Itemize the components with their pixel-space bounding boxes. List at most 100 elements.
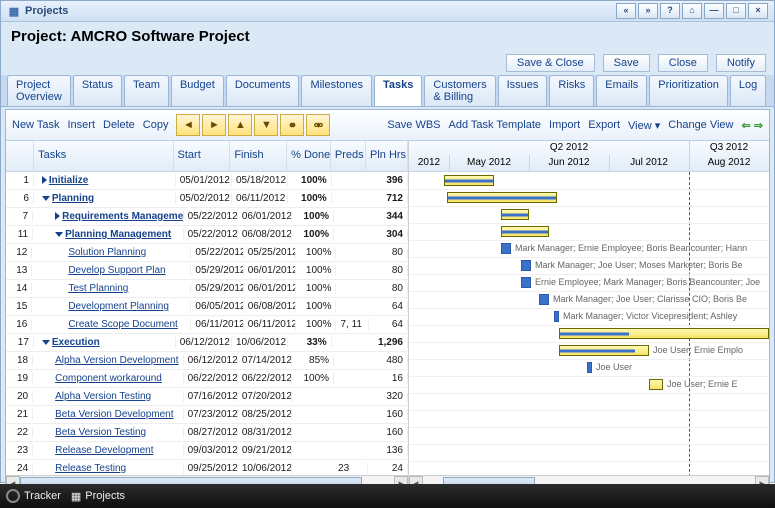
gantt-row[interactable] <box>409 206 769 224</box>
tab-documents[interactable]: Documents <box>226 75 300 106</box>
gantt-row[interactable] <box>409 410 769 428</box>
notify-button[interactable]: Notify <box>716 54 766 72</box>
link-button[interactable]: ⚭ <box>280 114 304 136</box>
collapse-icon[interactable] <box>42 340 50 345</box>
table-row[interactable]: 17Execution06/12/201210/06/201233%1,296 <box>6 334 408 352</box>
expand-icon[interactable] <box>55 212 60 220</box>
table-row[interactable]: 14Test Planning05/29/201206/01/2012100%8… <box>6 280 408 298</box>
window-button-5[interactable]: □ <box>726 3 746 19</box>
gantt-bar[interactable] <box>559 345 649 356</box>
table-row[interactable]: 20Alpha Version Testing07/16/201207/20/2… <box>6 388 408 406</box>
arrow-down-button[interactable]: ▼ <box>254 114 278 136</box>
arrow-left-button[interactable]: ◄ <box>176 114 200 136</box>
table-row[interactable]: 13Develop Support Plan05/29/201206/01/20… <box>6 262 408 280</box>
gantt-bar[interactable] <box>501 226 549 237</box>
import-button[interactable]: Import <box>549 119 580 131</box>
gantt-row[interactable]: Mark Manager; Joe User; Clarisse CIO; Bo… <box>409 291 769 309</box>
tab-status[interactable]: Status <box>73 75 122 106</box>
gantt-row[interactable] <box>409 427 769 445</box>
expand-icon[interactable] <box>42 176 47 184</box>
task-name-link[interactable]: Planning <box>52 193 94 204</box>
col-id[interactable] <box>6 141 34 171</box>
col-finish[interactable]: Finish <box>230 141 287 171</box>
task-name-link[interactable]: Alpha Version Testing <box>55 391 151 402</box>
gantt-row[interactable]: Ernie Employee; Mark Manager; Boris Bean… <box>409 274 769 292</box>
footer-tracker[interactable]: Tracker <box>6 489 61 503</box>
task-name-link[interactable]: Beta Version Testing <box>55 427 146 438</box>
tab-tasks[interactable]: Tasks <box>374 75 422 106</box>
tab-risks[interactable]: Risks <box>549 75 594 106</box>
table-row[interactable]: 12Solution Planning05/22/201205/25/20121… <box>6 244 408 262</box>
table-row[interactable]: 19Component workaround06/22/201206/22/20… <box>6 370 408 388</box>
table-row[interactable]: 21Beta Version Development07/23/201208/2… <box>6 406 408 424</box>
table-row[interactable]: 16Create Scope Document06/11/201206/11/2… <box>6 316 408 334</box>
col-start[interactable]: Start <box>174 141 231 171</box>
gantt-bar[interactable] <box>501 243 511 254</box>
col-tasks[interactable]: Tasks <box>34 141 173 171</box>
gantt-body[interactable]: Mark Manager; Ernie Employee; Boris Bean… <box>409 172 769 490</box>
gantt-bar[interactable] <box>649 379 663 390</box>
gantt-row[interactable] <box>409 189 769 207</box>
tab-customers-billing[interactable]: Customers & Billing <box>424 75 495 106</box>
task-name-link[interactable]: Planning Management <box>65 229 171 240</box>
tab-issues[interactable]: Issues <box>498 75 548 106</box>
table-row[interactable]: 1Initialize05/01/201205/18/2012100%396 <box>6 172 408 190</box>
arrow-right-button[interactable]: ► <box>202 114 226 136</box>
table-row[interactable]: 15Development Planning06/05/201206/08/20… <box>6 298 408 316</box>
tab-team[interactable]: Team <box>124 75 169 106</box>
gantt-bar[interactable] <box>559 328 769 339</box>
table-row[interactable]: 6Planning05/02/201206/11/2012100%712 <box>6 190 408 208</box>
save-close-button[interactable]: Save & Close <box>506 54 595 72</box>
delete-button[interactable]: Delete <box>103 119 135 131</box>
gantt-row[interactable]: Mark Manager; Joe User; Moses Marketer; … <box>409 257 769 275</box>
gantt-row[interactable]: Joe User <box>409 359 769 377</box>
task-name-link[interactable]: Initialize <box>49 175 88 186</box>
footer-projects[interactable]: ▦ Projects <box>71 490 125 503</box>
save-wbs-button[interactable]: Save WBS <box>387 119 440 131</box>
collapse-icon[interactable] <box>42 196 50 201</box>
change-view-button[interactable]: Change View <box>668 119 733 131</box>
gantt-row[interactable]: Mark Manager; Victor Vicepresident; Ashl… <box>409 308 769 326</box>
gantt-row[interactable] <box>409 325 769 343</box>
add-template-button[interactable]: Add Task Template <box>449 119 542 131</box>
save-button[interactable]: Save <box>603 54 650 72</box>
gantt-row[interactable]: Mark Manager; Ernie Employee; Boris Bean… <box>409 240 769 258</box>
task-name-link[interactable]: Alpha Version Development <box>55 355 178 366</box>
arrow-up-button[interactable]: ▲ <box>228 114 252 136</box>
table-row[interactable]: 18Alpha Version Development06/12/201207/… <box>6 352 408 370</box>
gantt-row[interactable] <box>409 172 769 190</box>
gantt-row[interactable]: Joe User; Ernie E <box>409 376 769 394</box>
gantt-row[interactable] <box>409 444 769 462</box>
new-task-button[interactable]: New Task <box>12 119 59 131</box>
window-button-0[interactable]: « <box>616 3 636 19</box>
scroll-right-icon[interactable]: ⇒ <box>754 119 763 132</box>
table-row[interactable]: 22Beta Version Testing08/27/201208/31/20… <box>6 424 408 442</box>
task-name-link[interactable]: Develop Support Plan <box>68 265 165 276</box>
gantt-bar[interactable] <box>521 277 531 288</box>
window-button-4[interactable]: — <box>704 3 724 19</box>
task-name-link[interactable]: Component workaround <box>55 373 162 384</box>
task-name-link[interactable]: Test Planning <box>68 283 128 294</box>
task-name-link[interactable]: Development Planning <box>68 301 169 312</box>
table-row[interactable]: 11Planning Management05/22/201206/08/201… <box>6 226 408 244</box>
task-name-link[interactable]: Solution Planning <box>68 247 146 258</box>
gantt-bar[interactable] <box>539 294 549 305</box>
col-hrs[interactable]: Pln Hrs <box>366 141 408 171</box>
tab-emails[interactable]: Emails <box>596 75 647 106</box>
export-button[interactable]: Export <box>588 119 620 131</box>
task-name-link[interactable]: Create Scope Document <box>68 319 178 330</box>
gantt-row[interactable] <box>409 393 769 411</box>
col-pct[interactable]: % Done <box>287 141 331 171</box>
collapse-icon[interactable] <box>55 232 63 237</box>
window-button-2[interactable]: ? <box>660 3 680 19</box>
gantt-bar[interactable] <box>521 260 531 271</box>
window-button-1[interactable]: » <box>638 3 658 19</box>
tab-budget[interactable]: Budget <box>171 75 224 106</box>
task-name-link[interactable]: Release Development <box>55 445 153 456</box>
window-button-6[interactable]: × <box>748 3 768 19</box>
scroll-left-icon[interactable]: ⇐ <box>742 119 751 132</box>
task-name-link[interactable]: Beta Version Development <box>55 409 173 420</box>
window-button-3[interactable]: ⌂ <box>682 3 702 19</box>
copy-button[interactable]: Copy <box>143 119 169 131</box>
task-name-link[interactable]: Release Testing <box>55 463 126 474</box>
